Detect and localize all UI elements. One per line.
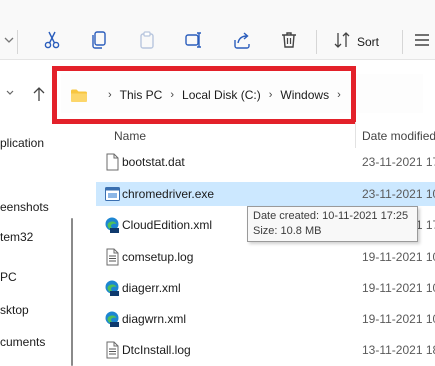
log-file-icon	[106, 341, 119, 359]
column-header-date-modified[interactable]: Date modified	[362, 129, 435, 143]
sort-button-label[interactable]: Sort	[357, 35, 379, 49]
file-name: DtcInstall.log	[122, 343, 191, 357]
file-date-modified: 19-11-2021 10	[362, 281, 435, 295]
file-name: bootstat.dat	[122, 155, 185, 169]
copy-icon[interactable]	[87, 28, 111, 52]
file-icon	[106, 153, 119, 171]
paste-icon[interactable]	[135, 28, 159, 52]
file-name: diagwrn.xml	[122, 312, 187, 326]
nav-item-system32[interactable]: tem32	[0, 230, 33, 244]
tooltip-date-created: Date created: 10-11-2021 17:25	[253, 210, 409, 222]
toolbar-separator	[17, 30, 18, 54]
nav-item-application[interactable]: plication	[0, 136, 44, 150]
command-bar: Sort	[0, 0, 435, 60]
file-date-modified: 13-11-2021 18	[362, 343, 435, 357]
nav-item-screenshots[interactable]: eenshots	[0, 200, 49, 214]
file-date-modified: 19-11-2021 10	[362, 312, 435, 326]
nav-item-desktop[interactable]: sktop	[0, 303, 29, 317]
column-divider[interactable]	[355, 122, 356, 148]
file-row-selected[interactable]: chromedriver.exe 23-11-2021 10	[96, 182, 435, 206]
file-name: diagerr.xml	[122, 281, 181, 295]
nav-pane-scrollbar[interactable]	[71, 218, 73, 366]
file-date-modified: 23-11-2021 17	[362, 155, 435, 169]
file-name: comsetup.log	[122, 250, 194, 264]
file-name: chromedriver.exe	[122, 187, 215, 201]
up-arrow-icon[interactable]	[32, 86, 46, 105]
cut-icon[interactable]	[40, 28, 64, 52]
delete-icon[interactable]	[277, 28, 301, 52]
column-header-name[interactable]: Name	[114, 129, 146, 143]
file-row[interactable]: diagwrn.xml 19-11-2021 10	[96, 307, 435, 331]
view-icon[interactable]	[410, 28, 434, 52]
chevron-down-icon[interactable]	[0, 28, 24, 52]
file-row[interactable]: comsetup.log 19-11-2021 10	[96, 245, 435, 269]
file-name: CloudEdition.xml	[122, 218, 213, 232]
tooltip-size: Size: 10.8 MB	[253, 225, 322, 237]
navigation-pane: plication eenshots tem32 PC sktop cument…	[0, 118, 74, 366]
nav-item-documents[interactable]: cuments	[0, 335, 45, 349]
xml-edge-icon	[105, 311, 119, 327]
file-row[interactable]: diagerr.xml 19-11-2021 10	[96, 276, 435, 300]
file-date-modified: 23-11-2021 10	[362, 187, 435, 201]
xml-edge-icon	[105, 217, 119, 233]
nav-item-this-pc[interactable]: PC	[0, 270, 17, 284]
toolbar-separator	[316, 30, 317, 54]
file-date-modified: 19-11-2021 10	[362, 250, 435, 264]
exe-icon	[105, 187, 120, 201]
file-info-tooltip: Date created: 10-11-2021 17:25 Size: 10.…	[247, 206, 418, 242]
sort-icon[interactable]	[330, 28, 354, 52]
annotation-highlight-box	[52, 66, 356, 124]
file-list-header: Name Date modified	[92, 118, 435, 150]
toolbar-separator	[402, 30, 403, 54]
file-row[interactable]: bootstat.dat 23-11-2021 17	[96, 150, 435, 174]
xml-edge-icon	[105, 280, 119, 296]
log-file-icon	[106, 248, 119, 266]
rename-icon[interactable]	[182, 28, 206, 52]
recent-locations-chevron-icon[interactable]	[4, 86, 16, 103]
file-row[interactable]: DtcInstall.log 13-11-2021 18	[96, 338, 435, 362]
share-icon[interactable]	[230, 28, 254, 52]
